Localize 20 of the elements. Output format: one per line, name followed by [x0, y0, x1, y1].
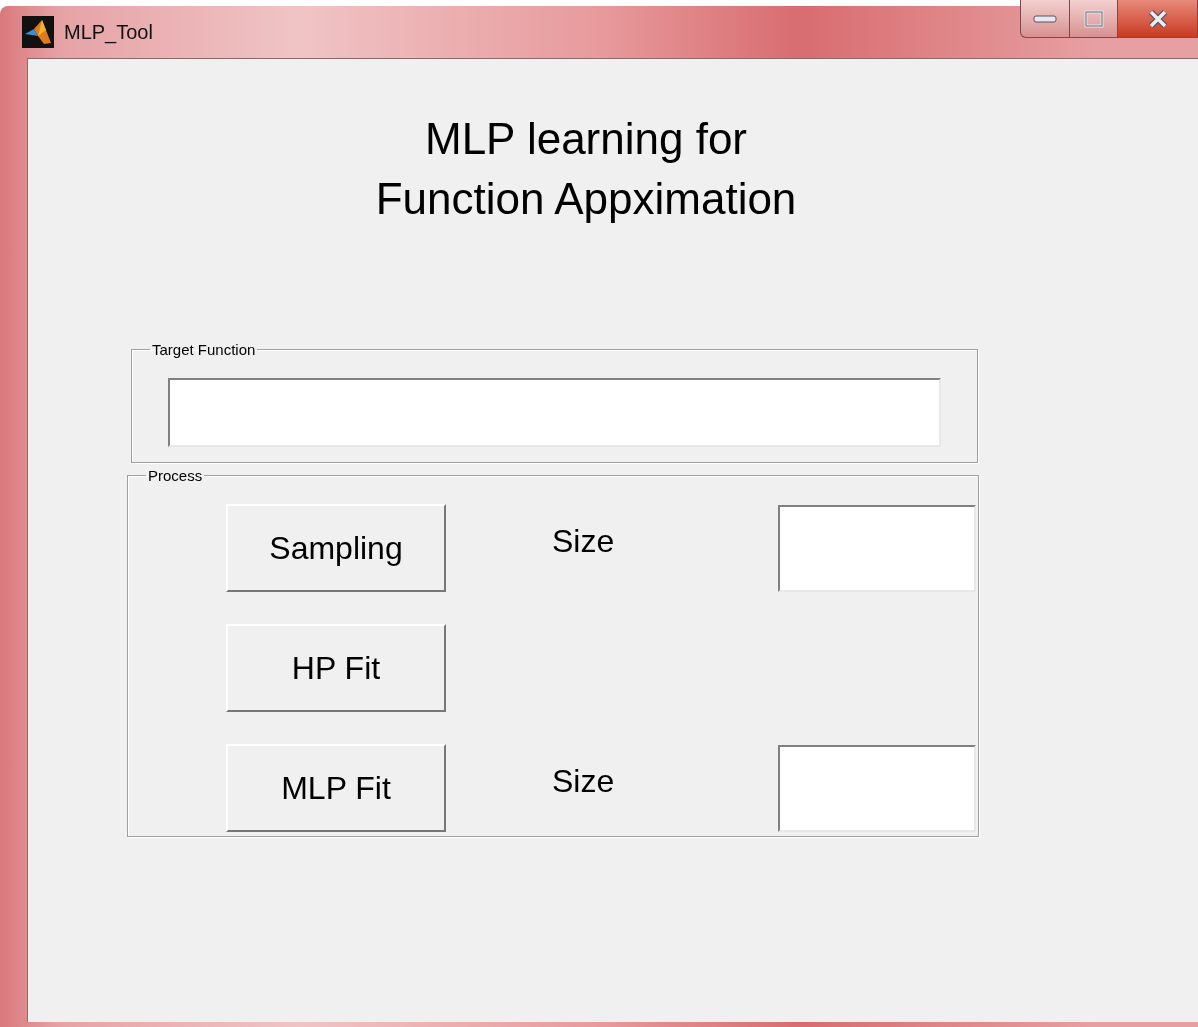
size-label: Size — [552, 522, 615, 560]
size-input-field[interactable] — [778, 504, 976, 592]
close-icon — [1147, 9, 1168, 28]
maximize-icon — [1083, 9, 1104, 28]
minimize-button[interactable] — [1020, 0, 1070, 38]
app-icon — [22, 16, 54, 48]
function-input-field[interactable] — [168, 378, 941, 447]
panel-label: Target Function — [151, 341, 257, 358]
maximize-button[interactable] — [1070, 0, 1118, 38]
heading-line: Function Appximation — [375, 173, 797, 225]
panel-label: Process — [147, 467, 204, 484]
window-title: MLP_Tool — [64, 20, 153, 44]
close-button[interactable] — [1118, 0, 1198, 38]
size-label: Size — [552, 762, 615, 800]
size-input-field[interactable] — [778, 744, 976, 832]
action-button[interactable]: HP Fit — [226, 624, 446, 712]
heading-line: MLP learning for — [425, 113, 747, 165]
action-button[interactable]: MLP Fit — [226, 744, 446, 832]
minimize-icon — [1033, 14, 1057, 23]
action-button[interactable]: Sampling — [226, 504, 446, 592]
